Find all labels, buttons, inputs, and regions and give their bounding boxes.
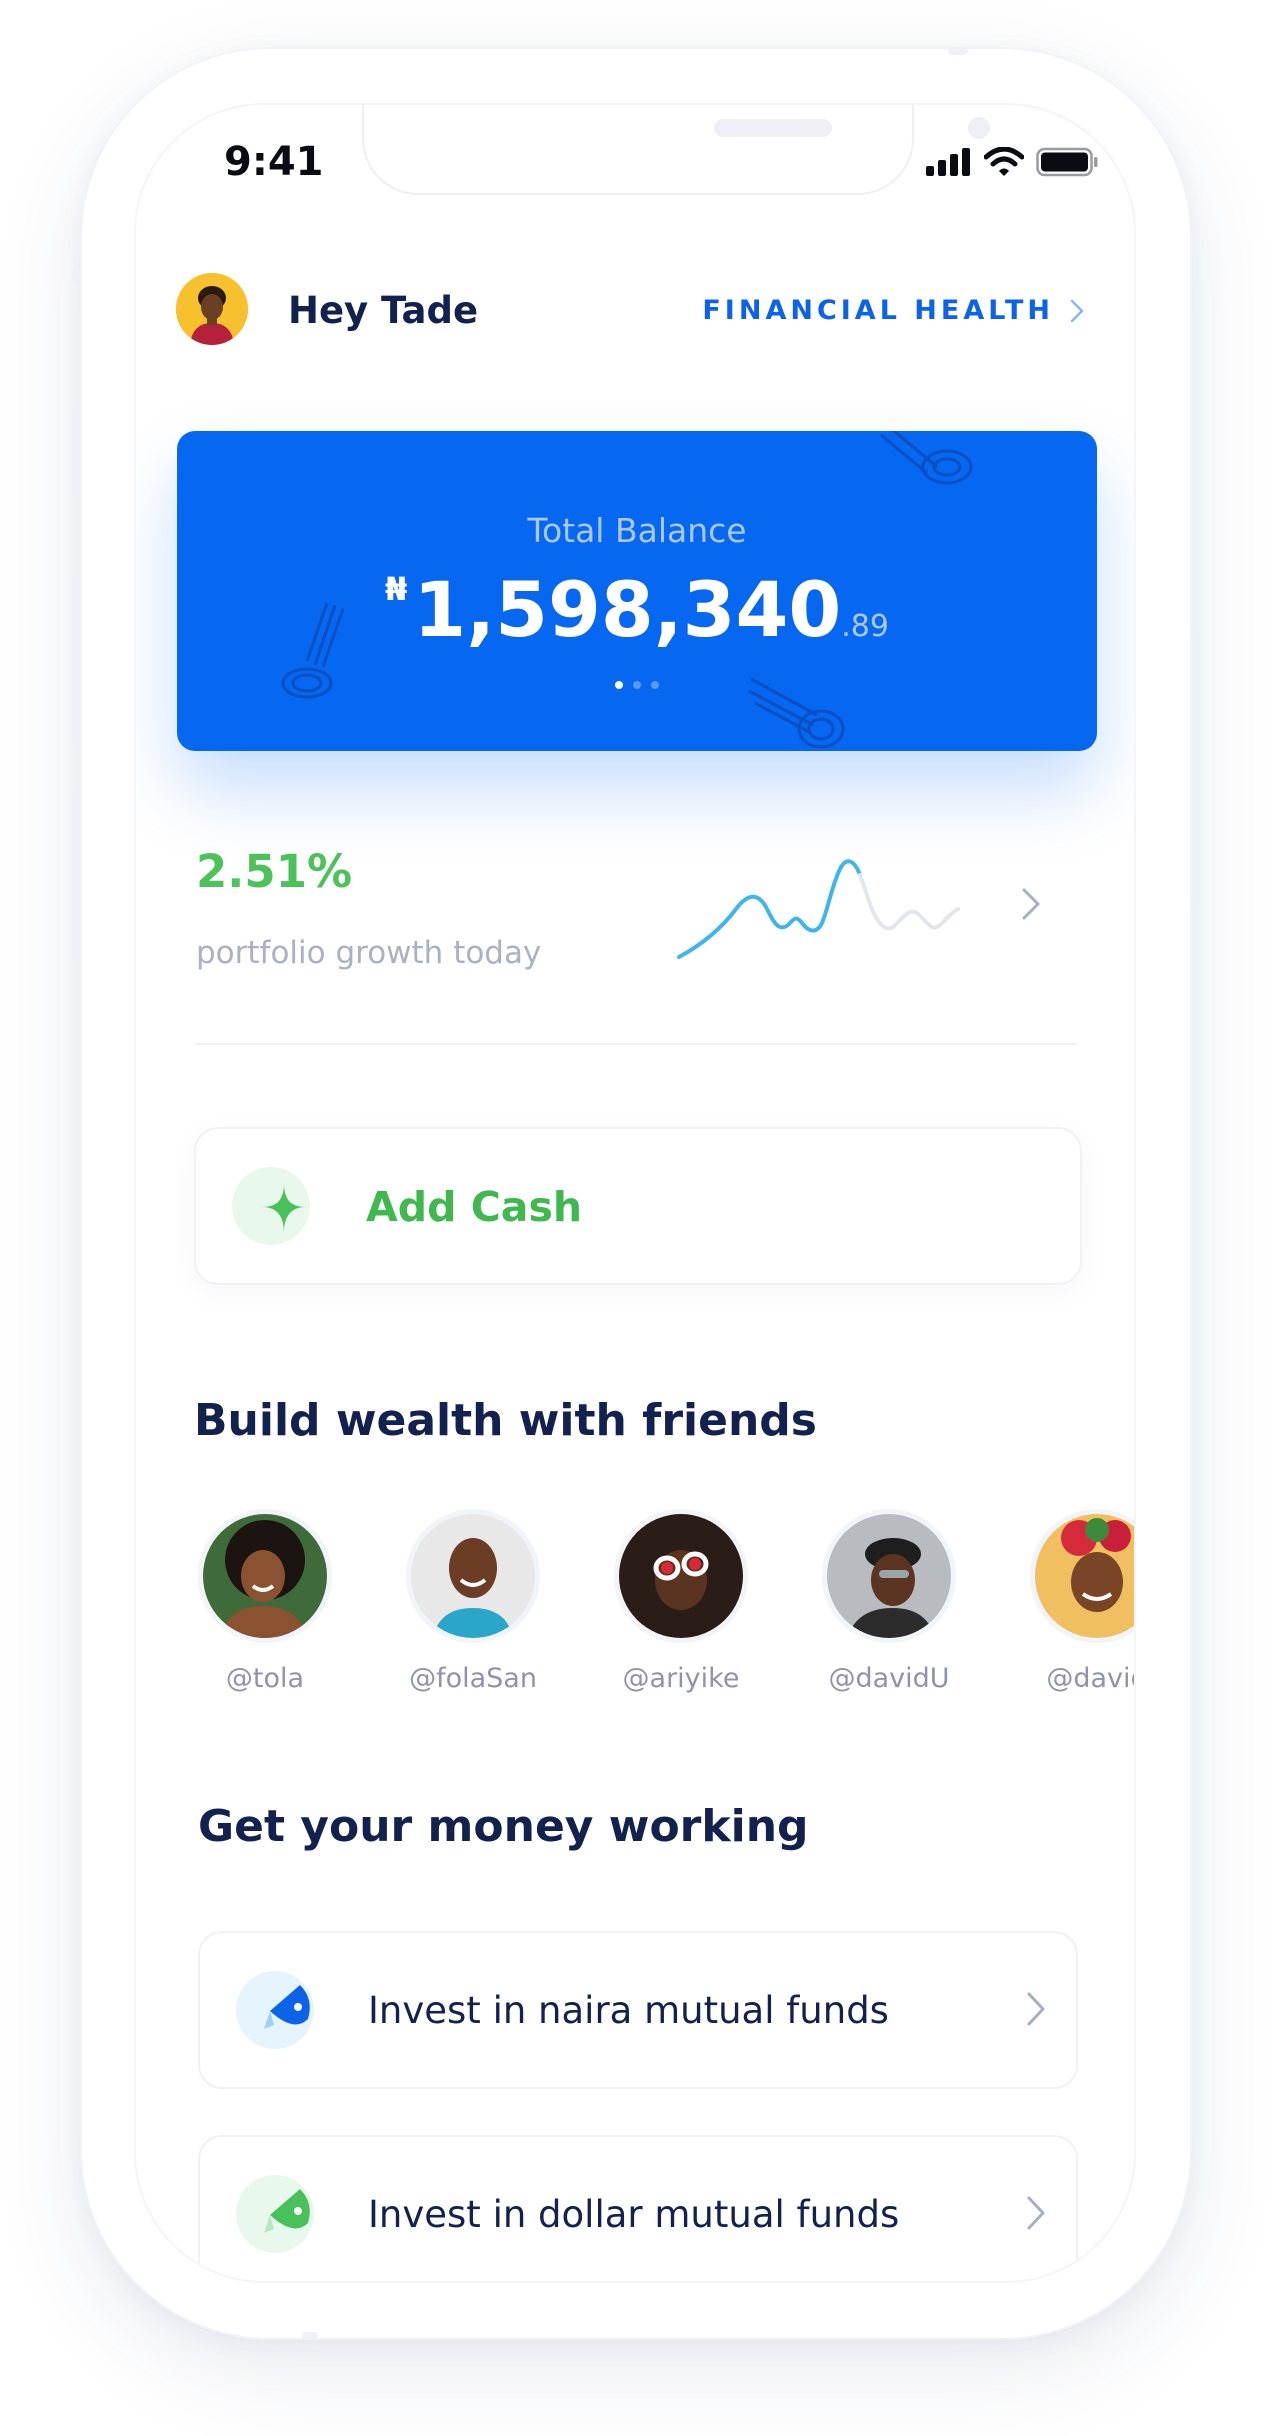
invest-naira-icon-badge xyxy=(236,1971,314,2049)
fish-icon xyxy=(264,2189,310,2233)
phone-top-notch xyxy=(948,47,968,55)
balance-card[interactable]: Total Balance ₦1,598,340.89 xyxy=(177,431,1097,751)
growth-label: portfolio growth today xyxy=(196,935,542,971)
page-dot[interactable] xyxy=(615,681,623,689)
friend-handle: @davidU xyxy=(828,1663,950,1694)
sparkle-icon xyxy=(262,1183,306,1233)
fish-icon xyxy=(264,1985,310,2029)
phone-volume-up xyxy=(72,576,80,744)
invest-dollar-row[interactable]: Invest in dollar mutual funds xyxy=(198,2135,1078,2281)
front-camera xyxy=(968,117,990,139)
phone-bottom-notch xyxy=(302,2332,318,2340)
friend-handle: @david xyxy=(1046,1663,1134,1694)
wifi-icon xyxy=(984,147,1024,176)
cellular-signal-icon xyxy=(926,148,970,176)
phone-screen: 9:41 Hey Tade FINANCIAL HEALTH Total Bal… xyxy=(134,103,1136,2283)
friends-carousel[interactable]: @tola @folaSan @ariyike @davidU @davi xyxy=(190,1509,1134,1709)
friend-item[interactable]: @folaSan xyxy=(398,1509,548,1694)
friend-item[interactable]: @ariyike xyxy=(606,1509,756,1694)
friend-handle: @folaSan xyxy=(409,1663,537,1694)
add-cash-button[interactable]: Add Cash xyxy=(194,1127,1082,1285)
phone-volume-down xyxy=(72,792,80,960)
friend-avatar xyxy=(198,1509,332,1643)
battery-icon xyxy=(1036,147,1098,177)
page: 9:41 Hey Tade FINANCIAL HEALTH Total Bal… xyxy=(0,0,1272,2436)
phone-power-button xyxy=(1192,632,1200,904)
friend-item[interactable]: @davidU xyxy=(814,1509,964,1694)
friend-avatar xyxy=(406,1509,540,1643)
balance-value: 1,598,340 xyxy=(413,565,842,654)
page-indicator xyxy=(177,681,1097,689)
notch xyxy=(362,105,990,195)
friend-item[interactable]: @tola xyxy=(190,1509,340,1694)
phone-mute-switch xyxy=(72,408,80,498)
friend-avatar xyxy=(1030,1509,1134,1643)
invest-dollar-icon-badge xyxy=(236,2175,314,2253)
money-section-title: Get your money working xyxy=(198,1801,809,1852)
add-cash-icon-badge xyxy=(232,1167,310,1245)
balance-cents: .89 xyxy=(841,609,889,644)
balance-label: Total Balance xyxy=(527,511,747,550)
invest-naira-row[interactable]: Invest in naira mutual funds xyxy=(198,1931,1078,2089)
portfolio-growth-row[interactable]: 2.51% portfolio growth today xyxy=(196,845,1076,1045)
user-avatar[interactable] xyxy=(176,273,248,345)
friend-avatar xyxy=(822,1509,956,1643)
add-cash-label: Add Cash xyxy=(366,1183,583,1231)
growth-sparkline xyxy=(677,859,960,959)
friend-avatar xyxy=(614,1509,748,1643)
financial-health-label: FINANCIAL HEALTH xyxy=(702,295,1054,326)
chevron-right-icon xyxy=(1027,1992,1045,2026)
friend-item[interactable]: @david xyxy=(1022,1509,1134,1694)
chevron-right-icon xyxy=(1022,888,1040,920)
chevron-right-icon xyxy=(1027,2196,1045,2230)
currency-symbol: ₦ xyxy=(385,570,408,608)
growth-percent: 2.51% xyxy=(196,845,353,898)
speaker-grille xyxy=(714,119,832,137)
friend-handle: @tola xyxy=(225,1663,305,1694)
page-dot[interactable] xyxy=(633,681,641,689)
status-time: 9:41 xyxy=(224,139,324,185)
financial-health-link[interactable]: FINANCIAL HEALTH xyxy=(702,295,1084,326)
invest-naira-label: Invest in naira mutual funds xyxy=(368,1989,889,2032)
phone-side-notch xyxy=(72,268,80,284)
invest-dollar-label: Invest in dollar mutual funds xyxy=(368,2193,900,2236)
status-icons xyxy=(926,147,1098,177)
friends-section-title: Build wealth with friends xyxy=(194,1395,817,1446)
user-avatar-illustration xyxy=(176,273,248,345)
greeting-text: Hey Tade xyxy=(288,289,479,332)
friend-handle: @ariyike xyxy=(622,1663,740,1694)
chevron-right-icon xyxy=(1070,299,1084,322)
decorative-swirl xyxy=(880,431,973,485)
balance-amount: ₦1,598,340.89 xyxy=(177,565,1097,654)
page-dot[interactable] xyxy=(651,681,659,689)
